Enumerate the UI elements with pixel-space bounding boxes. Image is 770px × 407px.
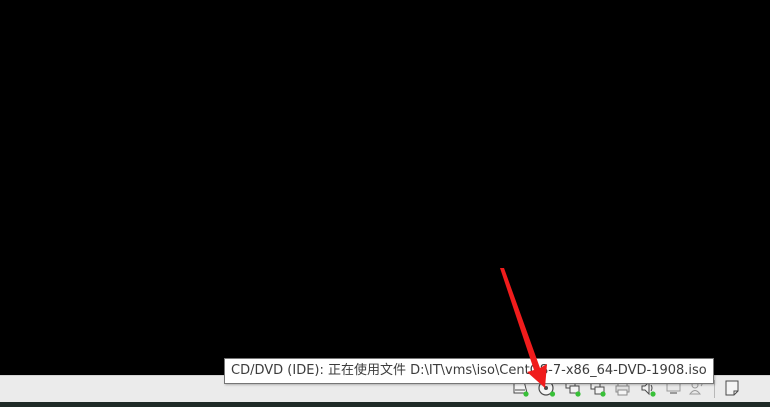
message-log-icon[interactable] [722,378,742,398]
window-bottom-edge [0,402,770,407]
device-tooltip: CD/DVD (IDE): 正在使用文件 D:\IT\vms\iso\CentO… [224,358,714,384]
statusbar-separator [714,380,715,398]
vm-console-screen[interactable] [0,0,770,375]
